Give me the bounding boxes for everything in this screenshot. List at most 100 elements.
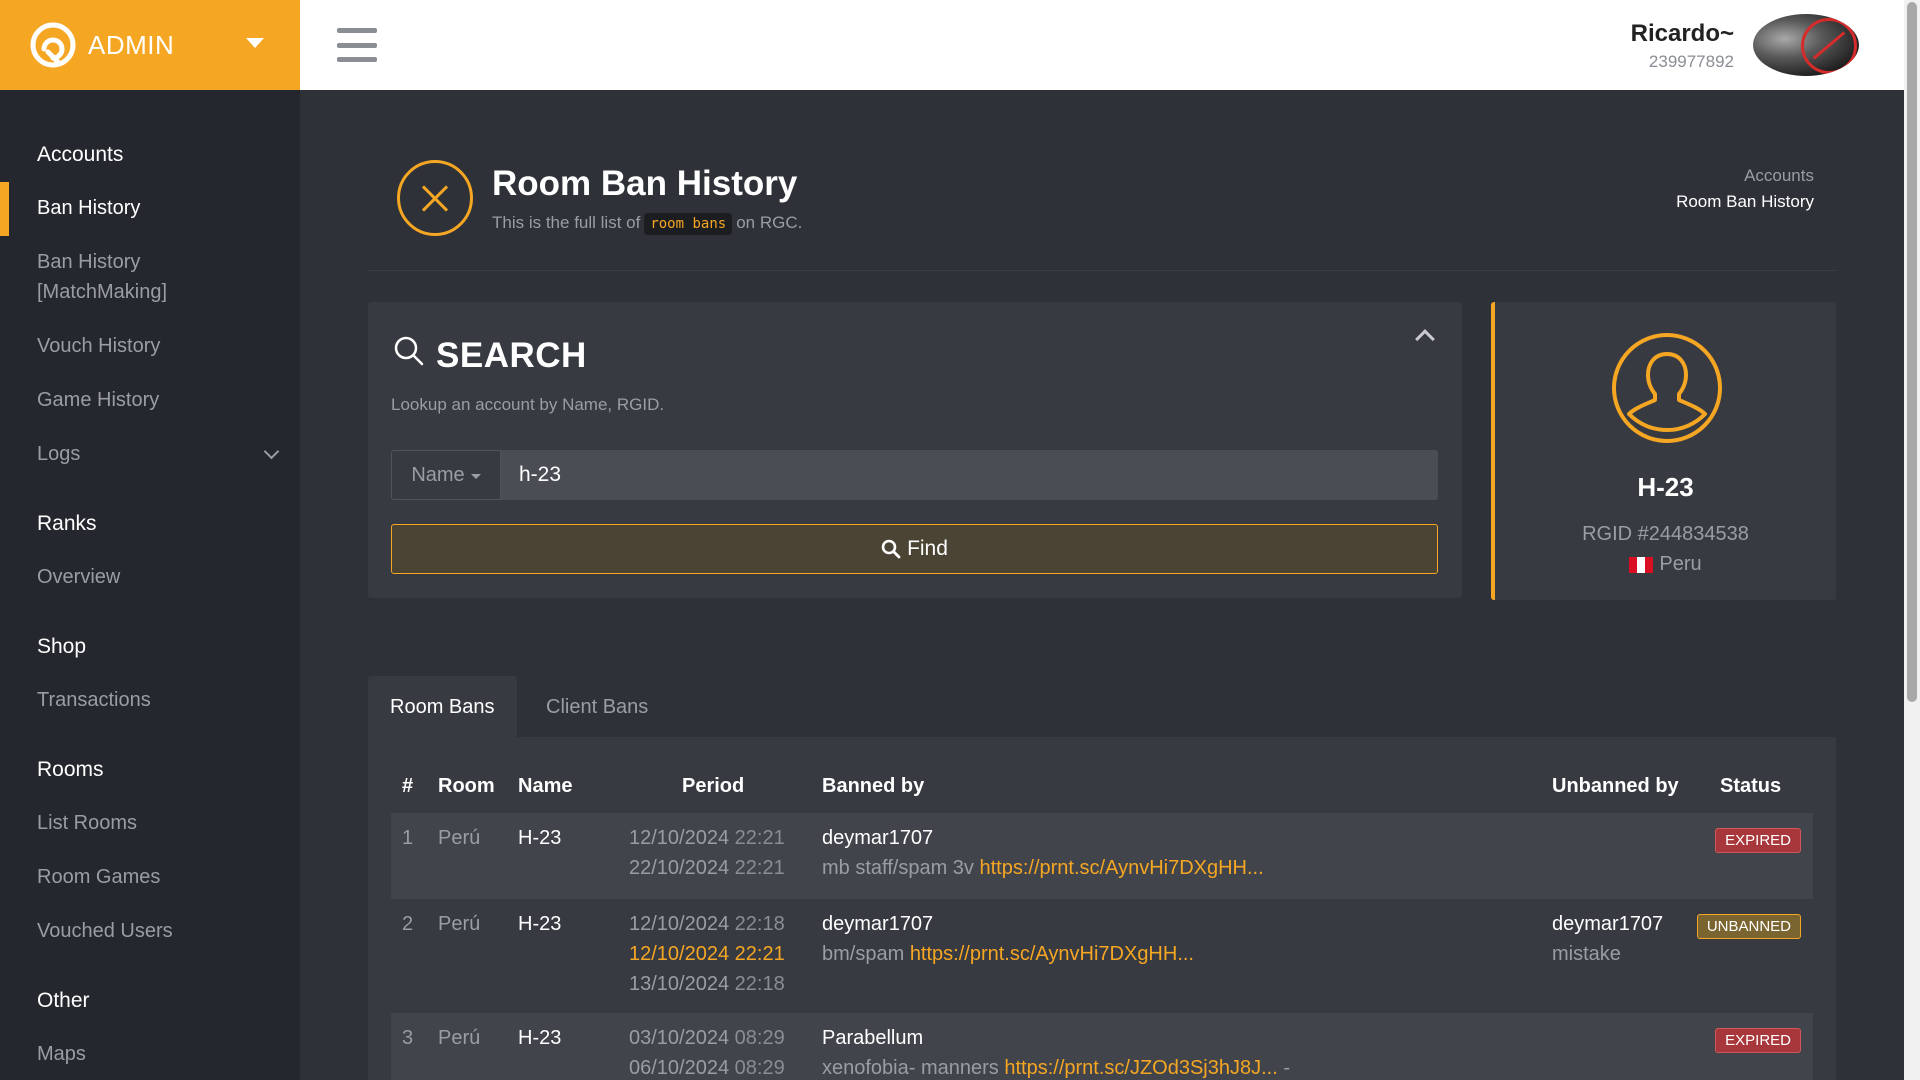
sidebar-item-maps[interactable]: Maps xyxy=(37,1039,86,1069)
sidebar-section-shop: Shop xyxy=(37,635,87,658)
menu-icon[interactable] xyxy=(337,28,377,62)
column-header-banned-by: Banned by xyxy=(822,775,925,797)
row-period: 03/10/2024 08:29 06/10/2024 08:29 xyxy=(629,1023,785,1080)
row-unbanned-by: deymar1707 mistake xyxy=(1552,909,1663,969)
period-unban-date: 12/10/2024 xyxy=(629,943,730,965)
period-time: 08:29 xyxy=(734,1027,785,1049)
caret-down-icon xyxy=(470,473,481,479)
page-scrollbar[interactable] xyxy=(1904,0,1920,1080)
profile-country: Peru xyxy=(1495,553,1836,576)
period-date: 12/10/2024 xyxy=(629,827,730,849)
user-name: Ricardo~ xyxy=(1630,20,1734,47)
user-icon xyxy=(1612,333,1722,443)
evidence-link[interactable]: https://prnt.sc/JZOd3Sj3hJ8J... xyxy=(1004,1057,1277,1079)
period-time: 22:21 xyxy=(734,857,785,879)
period-date: 03/10/2024 xyxy=(629,1027,730,1049)
sidebar-item-game-history[interactable]: Game History xyxy=(37,385,159,415)
table-row[interactable]: 2 Perú H-23 12/10/2024 22:18 12/10/2024 … xyxy=(391,899,1813,1009)
search-icon xyxy=(394,336,424,366)
subtitle-text: on RGC. xyxy=(736,213,803,232)
scrollbar-thumb[interactable] xyxy=(1907,2,1917,702)
avatar[interactable] xyxy=(1753,14,1859,76)
table-row[interactable]: 3 Perú H-23 03/10/2024 08:29 06/10/2024 … xyxy=(391,1013,1813,1080)
ban-icon xyxy=(397,160,473,236)
ban-reason: xenofobia- manners xyxy=(822,1057,999,1079)
sidebar-item-label: Ban History xyxy=(37,251,141,273)
period-time: 22:21 xyxy=(734,827,785,849)
brand-header[interactable]: ADMIN xyxy=(0,0,300,90)
row-number: 2 xyxy=(402,913,414,935)
peru-flag-icon xyxy=(1629,556,1654,573)
status-badge: EXPIRED xyxy=(1715,828,1801,853)
column-header-status: Status xyxy=(1720,775,1782,797)
top-bar: Ricardo~ 239977892 xyxy=(300,0,1904,90)
period-time: 22:18 xyxy=(734,973,785,995)
sidebar-item-logs[interactable]: Logs xyxy=(37,439,80,469)
sidebar-section-other: Other xyxy=(37,989,90,1012)
profile-name: H-23 xyxy=(1637,472,1694,502)
row-room: Perú xyxy=(438,827,481,849)
table-row[interactable]: 1 Perú H-23 12/10/2024 22:21 22/10/2024 … xyxy=(391,813,1813,899)
ban-reason: mb staff/spam 3v xyxy=(822,857,974,879)
row-name: H-23 xyxy=(518,1027,562,1049)
unbanned-by-user[interactable]: deymar1707 xyxy=(1552,909,1663,939)
row-banned-by: deymar1707 mb staff/spam 3v https://prnt… xyxy=(822,823,1264,883)
sidebar-item-ban-history-matchmaking[interactable]: Ban History [MatchMaking] xyxy=(37,247,167,307)
sidebar-item-overview[interactable]: Overview xyxy=(37,562,120,592)
sidebar-item-transactions[interactable]: Transactions xyxy=(37,685,151,715)
tab-client-bans[interactable]: Client Bans xyxy=(524,676,670,738)
profile-rgid: RGID #244834538 xyxy=(1582,523,1749,545)
chevron-down-icon[interactable] xyxy=(263,443,280,460)
subtitle-text: This is the full list of xyxy=(492,213,641,232)
sidebar-item-vouched-users[interactable]: Vouched Users xyxy=(37,916,173,946)
sidebar-item-vouch-history[interactable]: Vouch History xyxy=(37,331,160,361)
sidebar-section-accounts: Accounts xyxy=(37,143,124,166)
unban-reason: mistake xyxy=(1552,943,1621,965)
sidebar-item-room-games[interactable]: Room Games xyxy=(37,862,160,892)
period-date: 12/10/2024 xyxy=(629,913,730,935)
search-type-select[interactable]: Name xyxy=(391,450,501,500)
ban-reason: bm/spam xyxy=(822,943,905,965)
breadcrumb-item-current: Room Ban History xyxy=(1676,192,1814,211)
search-card: SEARCH Lookup an account by Name, RGID. … xyxy=(368,302,1462,598)
column-header-name: Name xyxy=(518,775,573,797)
chevron-up-icon[interactable] xyxy=(1415,329,1435,349)
header-divider xyxy=(368,270,1836,271)
breadcrumb-item-accounts[interactable]: Accounts xyxy=(1676,166,1814,186)
evidence-link[interactable]: https://prnt.sc/AynvHi7DXgHH... xyxy=(910,943,1194,965)
profile-card: H-23 RGID #244834538 Peru xyxy=(1491,302,1836,600)
find-button[interactable]: Find xyxy=(391,524,1438,574)
chevron-down-icon[interactable] xyxy=(246,38,264,48)
search-icon xyxy=(881,539,901,559)
search-row: Name xyxy=(391,450,1438,500)
sidebar-item-ban-history[interactable]: Ban History xyxy=(37,193,140,223)
evidence-link[interactable]: https://prnt.sc/AynvHi7DXgHH... xyxy=(979,857,1263,879)
sidebar: Accounts Ban History Ban History [MatchM… xyxy=(0,90,300,1080)
tab-room-bans[interactable]: Room Bans xyxy=(368,676,517,738)
period-date: 22/10/2024 xyxy=(629,857,730,879)
banned-by-user[interactable]: deymar1707 xyxy=(822,823,1264,853)
search-help-text: Lookup an account by Name, RGID. xyxy=(391,395,665,414)
sidebar-section-rooms: Rooms xyxy=(37,758,104,781)
page-subtitle: This is the full list of room bans on RGC. xyxy=(492,213,803,235)
search-input[interactable] xyxy=(501,450,1438,500)
sidebar-item-list-rooms[interactable]: List Rooms xyxy=(37,808,137,838)
bans-table: # Room Name Period Banned by Unbanned by… xyxy=(368,737,1836,1080)
row-banned-by: Parabellum xenofobia- manners https://pr… xyxy=(822,1023,1290,1080)
column-header-period: Period xyxy=(682,775,745,797)
period-date: 13/10/2024 xyxy=(629,973,730,995)
row-name: H-23 xyxy=(518,827,562,849)
breadcrumb: Accounts Room Ban History xyxy=(1676,166,1814,212)
row-number: 1 xyxy=(402,827,414,849)
subtitle-code: room bans xyxy=(644,213,733,235)
page-title: Room Ban History xyxy=(492,164,798,203)
row-name: H-23 xyxy=(518,913,562,935)
user-info[interactable]: Ricardo~ 239977892 xyxy=(1631,20,1734,72)
banned-by-user[interactable]: Parabellum xyxy=(822,1023,1290,1053)
period-time: 08:29 xyxy=(734,1057,785,1079)
column-header-unbanned-by: Unbanned by xyxy=(1552,775,1679,797)
brand-logo-icon xyxy=(30,22,76,68)
row-period: 12/10/2024 22:21 22/10/2024 22:21 xyxy=(629,823,785,883)
user-id: 239977892 xyxy=(1648,52,1734,71)
banned-by-user[interactable]: deymar1707 xyxy=(822,909,1194,939)
